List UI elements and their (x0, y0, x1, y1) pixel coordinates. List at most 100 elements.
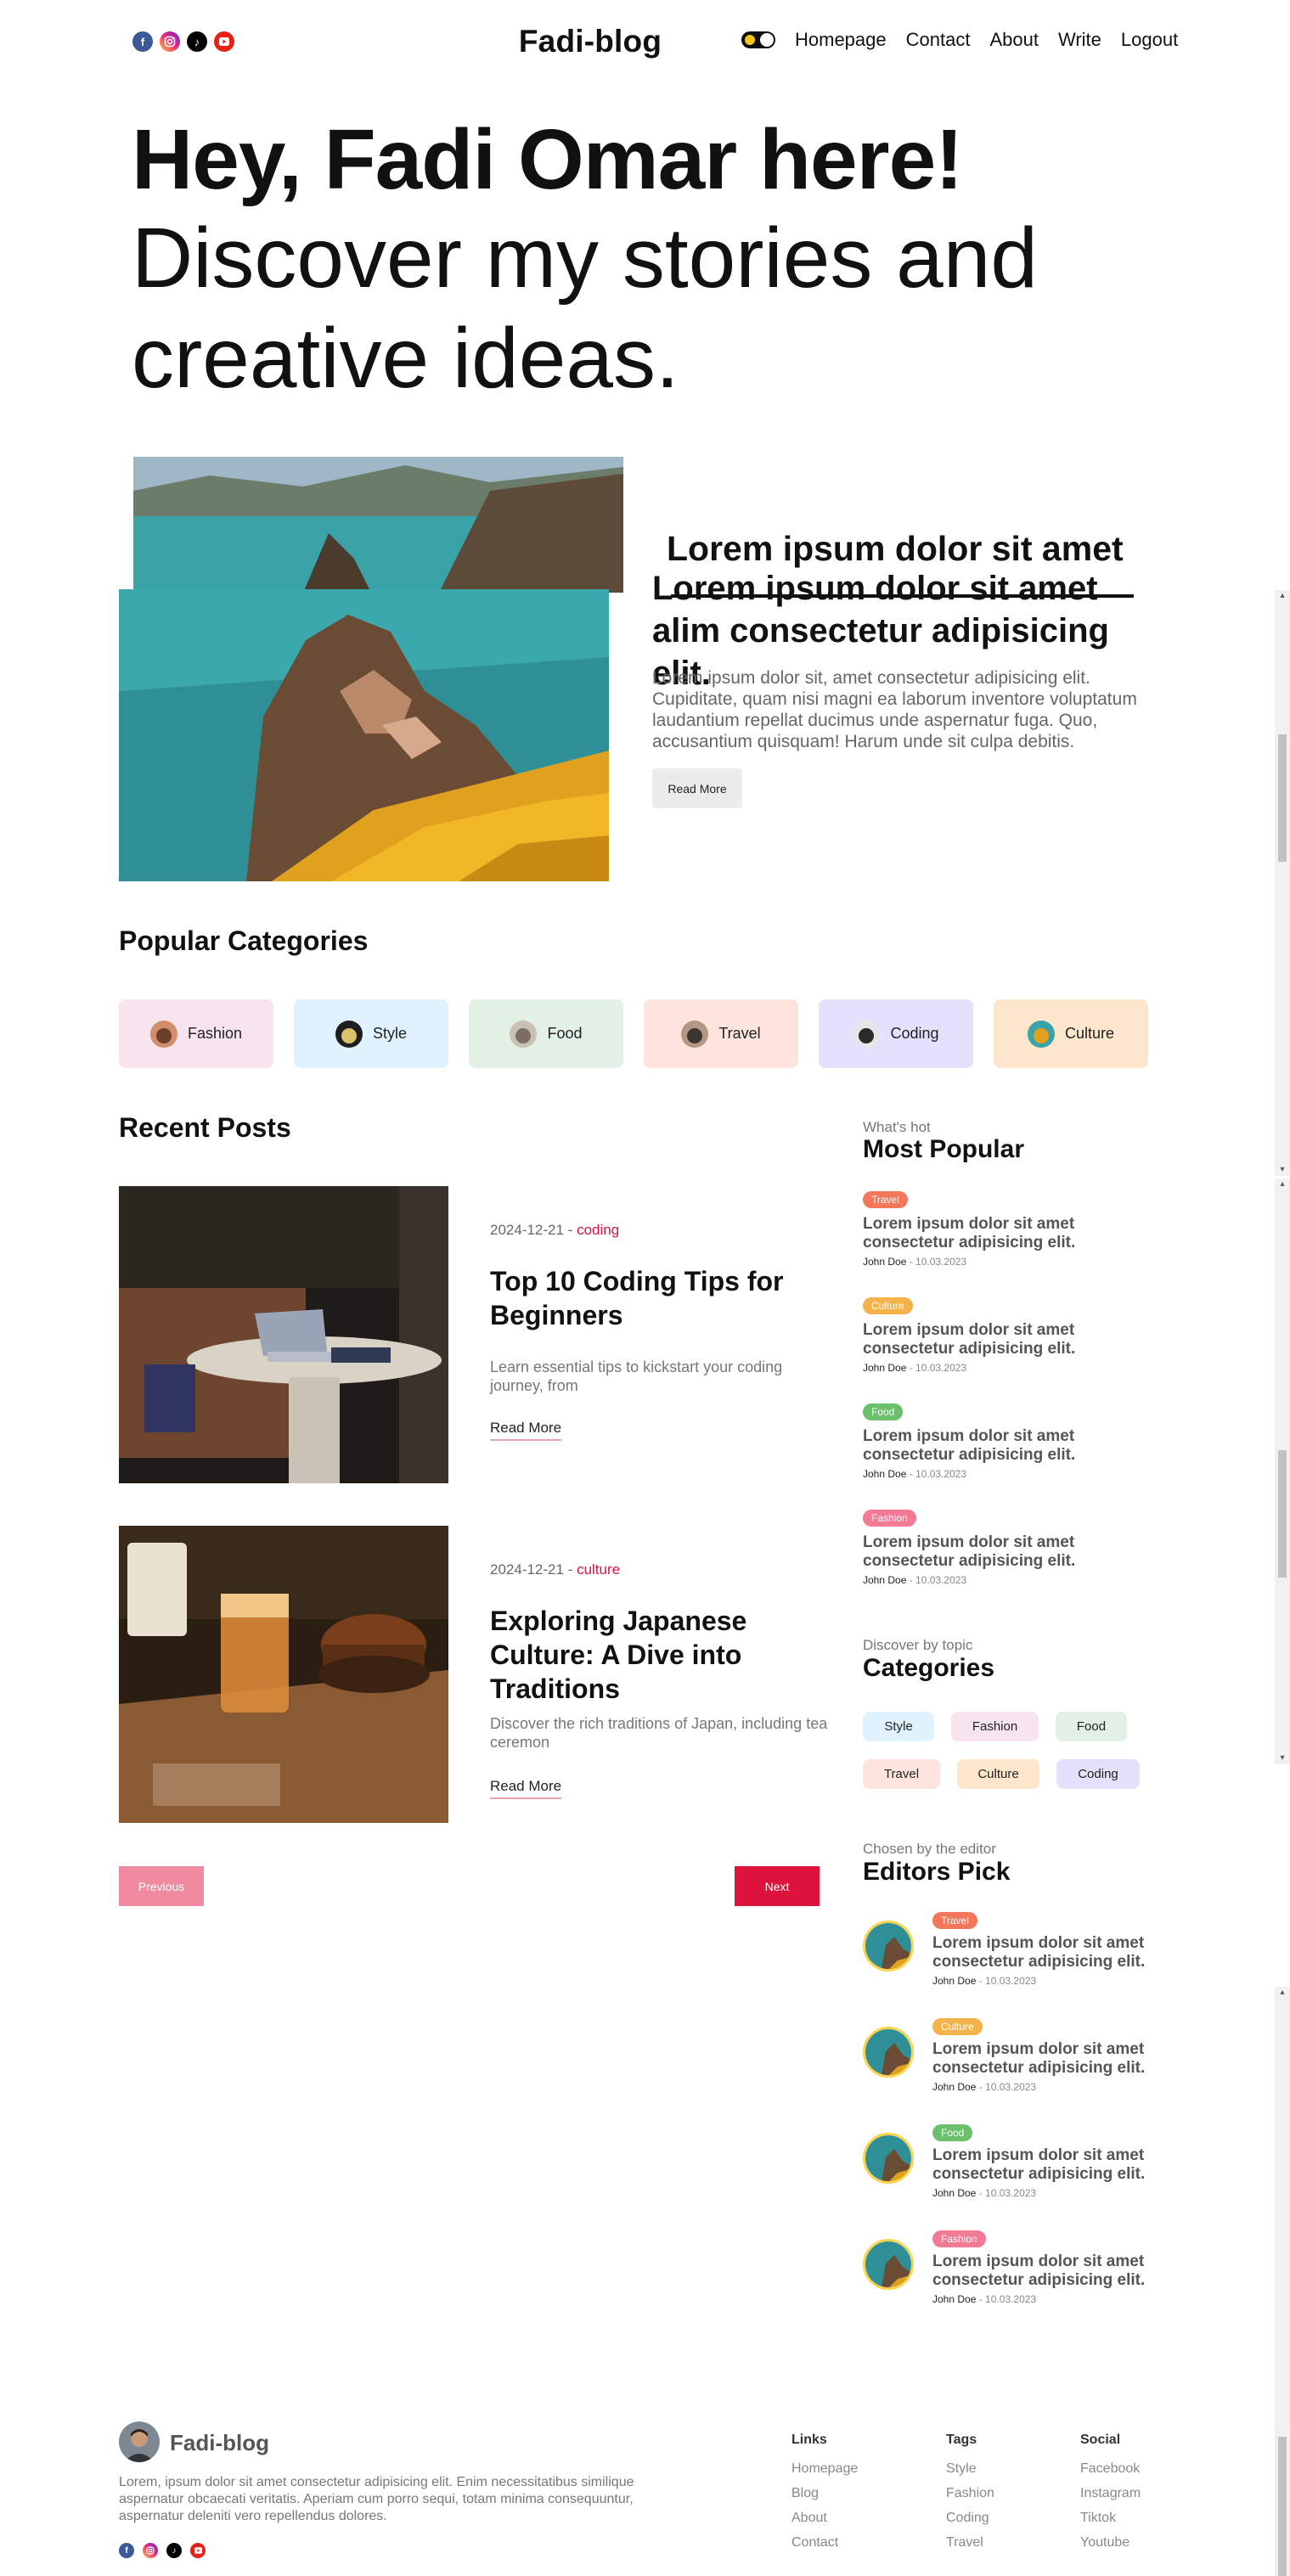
most-popular-item[interactable]: Fashion Lorem ipsum dolor sit amet consec… (863, 1510, 1135, 1586)
editors-pick-item[interactable]: Travel Lorem ipsum dolor sit amet consect… (863, 1912, 1153, 1987)
tag-badge[interactable]: Travel (932, 1912, 977, 1929)
most-popular-item-title[interactable]: Lorem ipsum dolor sit amet consectetur a… (863, 1215, 1135, 1252)
toggle-knob (760, 33, 774, 47)
footer-link[interactable]: Fashion (946, 2481, 994, 2506)
category-pill-culture[interactable]: Culture (957, 1759, 1039, 1789)
editors-pick-item[interactable]: Fashion Lorem ipsum dolor sit amet consec… (863, 2230, 1153, 2305)
editors-pick-item-title[interactable]: Lorem ipsum dolor sit amet consectetur a… (932, 2253, 1153, 2290)
editors-pick-item[interactable]: Food Lorem ipsum dolor sit amet consectet… (863, 2124, 1153, 2199)
nav-link-write[interactable]: Write (1058, 29, 1101, 51)
category-label: Food (547, 1025, 583, 1042)
most-popular-item-title[interactable]: Lorem ipsum dolor sit amet consectetur a… (863, 1427, 1135, 1465)
scroll-up-arrow-icon[interactable]: ▴ (1275, 590, 1290, 602)
post-category[interactable]: culture (577, 1561, 620, 1578)
author-line: John Doe - 10.03.2023 (932, 2293, 1153, 2305)
scroll-up-arrow-icon[interactable]: ▴ (1275, 1178, 1290, 1190)
post-meta: 2024-12-21 - culture (490, 1561, 620, 1578)
tag-badge[interactable]: Culture (932, 2018, 983, 2035)
footer-link[interactable]: Blog (791, 2481, 858, 2506)
tag-badge[interactable]: Culture (863, 1297, 913, 1314)
category-chip-fashion[interactable]: Fashion (119, 999, 273, 1068)
footer-link[interactable]: Youtube (1080, 2530, 1141, 2555)
footer-link[interactable]: Tiktok (1080, 2506, 1141, 2530)
footer-column-heading: Links (791, 2433, 827, 2447)
post-read-more-link[interactable]: Read More (490, 1778, 562, 1799)
most-popular-item[interactable]: Food Lorem ipsum dolor sit amet consectet… (863, 1403, 1135, 1480)
footer-link[interactable]: Instagram (1080, 2481, 1141, 2506)
most-popular-item[interactable]: Culture Lorem ipsum dolor sit amet consec… (863, 1297, 1135, 1374)
footer-link[interactable]: About (791, 2506, 858, 2530)
nav-link-about[interactable]: About (989, 29, 1039, 51)
category-chip-coding[interactable]: Coding (819, 999, 973, 1068)
footer-link[interactable]: Homepage (791, 2456, 858, 2481)
nav-link-contact[interactable]: Contact (906, 29, 971, 51)
footer-link[interactable]: Style (946, 2456, 994, 2481)
category-chip-style[interactable]: Style (294, 999, 448, 1068)
editors-pick-item[interactable]: Culture Lorem ipsum dolor sit amet consec… (863, 2018, 1153, 2093)
post-image[interactable] (119, 1526, 448, 1823)
category-label: Culture (1064, 1025, 1115, 1042)
footer-column-tags: Tags Style Fashion Coding Travel (946, 2433, 994, 2555)
category-avatar (510, 1020, 538, 1048)
editors-pick-item-title[interactable]: Lorem ipsum dolor sit amet consectetur a… (932, 1934, 1153, 1971)
next-page-button[interactable]: Next (735, 1866, 820, 1906)
category-pill-food[interactable]: Food (1056, 1712, 1127, 1741)
scrollbar-thumb[interactable] (1278, 2437, 1287, 2576)
post-category[interactable]: coding (577, 1222, 619, 1238)
category-pill-coding[interactable]: Coding (1056, 1759, 1140, 1789)
editors-pick-item-title[interactable]: Lorem ipsum dolor sit amet consectetur a… (932, 2040, 1153, 2078)
category-pill-travel[interactable]: Travel (863, 1759, 940, 1789)
nav-link-homepage[interactable]: Homepage (795, 29, 887, 51)
scrollbar-3[interactable]: ▴ (1275, 1987, 1290, 2576)
category-pill-style[interactable]: Style (863, 1712, 934, 1741)
featured-read-more-button[interactable]: Read More (652, 768, 742, 808)
scroll-down-arrow-icon[interactable]: ▾ (1275, 1752, 1290, 1764)
scroll-up-arrow-icon[interactable]: ▴ (1275, 1987, 1290, 1999)
scrollbar-2[interactable]: ▴ ▾ (1275, 1178, 1290, 1764)
facebook-icon[interactable]: f (119, 2543, 134, 2558)
most-popular-item-title[interactable]: Lorem ipsum dolor sit amet consectetur a… (863, 1533, 1135, 1571)
most-popular-item[interactable]: Travel Lorem ipsum dolor sit amet consect… (863, 1191, 1135, 1268)
author-name: John Doe (863, 1574, 907, 1586)
previous-page-button[interactable]: Previous (119, 1866, 204, 1906)
tag-badge[interactable]: Fashion (932, 2230, 986, 2247)
categories-row: Travel Culture Coding (863, 1759, 1152, 1789)
footer-brand[interactable]: Fadi-blog (170, 2430, 269, 2456)
author-name: John Doe (932, 2187, 977, 2199)
footer-link[interactable]: Coding (946, 2506, 994, 2530)
footer-link[interactable]: Travel (946, 2530, 994, 2555)
most-popular-item-title[interactable]: Lorem ipsum dolor sit amet consectetur a… (863, 1321, 1135, 1358)
most-popular-title: Most Popular (863, 1135, 1025, 1163)
category-chip-food[interactable]: Food (469, 999, 623, 1068)
instagram-icon[interactable] (143, 2543, 158, 2558)
post-title[interactable]: Top 10 Coding Tips for Beginners (490, 1264, 830, 1332)
scrollbar-thumb[interactable] (1278, 1450, 1287, 1578)
post-date: - 10.03.2023 (976, 2081, 1037, 2093)
footer-link[interactable]: Facebook (1080, 2456, 1141, 2481)
scrollbar-thumb[interactable] (1278, 734, 1287, 862)
tag-badge[interactable]: Food (932, 2124, 973, 2141)
post-title[interactable]: Exploring Japanese Culture: A Dive into … (490, 1604, 830, 1706)
tag-badge[interactable]: Travel (863, 1191, 908, 1208)
category-pill-fashion[interactable]: Fashion (951, 1712, 1039, 1741)
scroll-down-arrow-icon[interactable]: ▾ (1275, 1164, 1290, 1176)
nav-link-logout[interactable]: Logout (1121, 29, 1178, 51)
featured-image[interactable] (119, 589, 609, 881)
editors-pick-item-title[interactable]: Lorem ipsum dolor sit amet consectetur a… (932, 2146, 1153, 2184)
youtube-icon[interactable] (190, 2543, 206, 2558)
footer-link[interactable]: Contact (791, 2530, 858, 2555)
tiktok-icon[interactable]: ♪ (166, 2543, 182, 2558)
post-image[interactable] (119, 1186, 448, 1483)
post-read-more-link[interactable]: Read More (490, 1420, 562, 1441)
theme-toggle[interactable] (741, 31, 775, 48)
tag-badge[interactable]: Fashion (863, 1510, 916, 1527)
brand-logo-text[interactable]: Fadi-blog (519, 24, 662, 59)
post-date: - 10.03.2023 (906, 1574, 967, 1586)
category-chip-travel[interactable]: Travel (644, 999, 798, 1068)
category-chip-culture[interactable]: Culture (994, 999, 1148, 1068)
scrollbar-1[interactable]: ▴ ▾ (1275, 590, 1290, 1176)
post-description: Learn essential tips to kickstart your c… (490, 1358, 783, 1394)
author-line: John Doe - 10.03.2023 (932, 2187, 1153, 2199)
tag-badge[interactable]: Food (863, 1403, 904, 1420)
author-line: John Doe - 10.03.2023 (863, 1362, 1135, 1374)
